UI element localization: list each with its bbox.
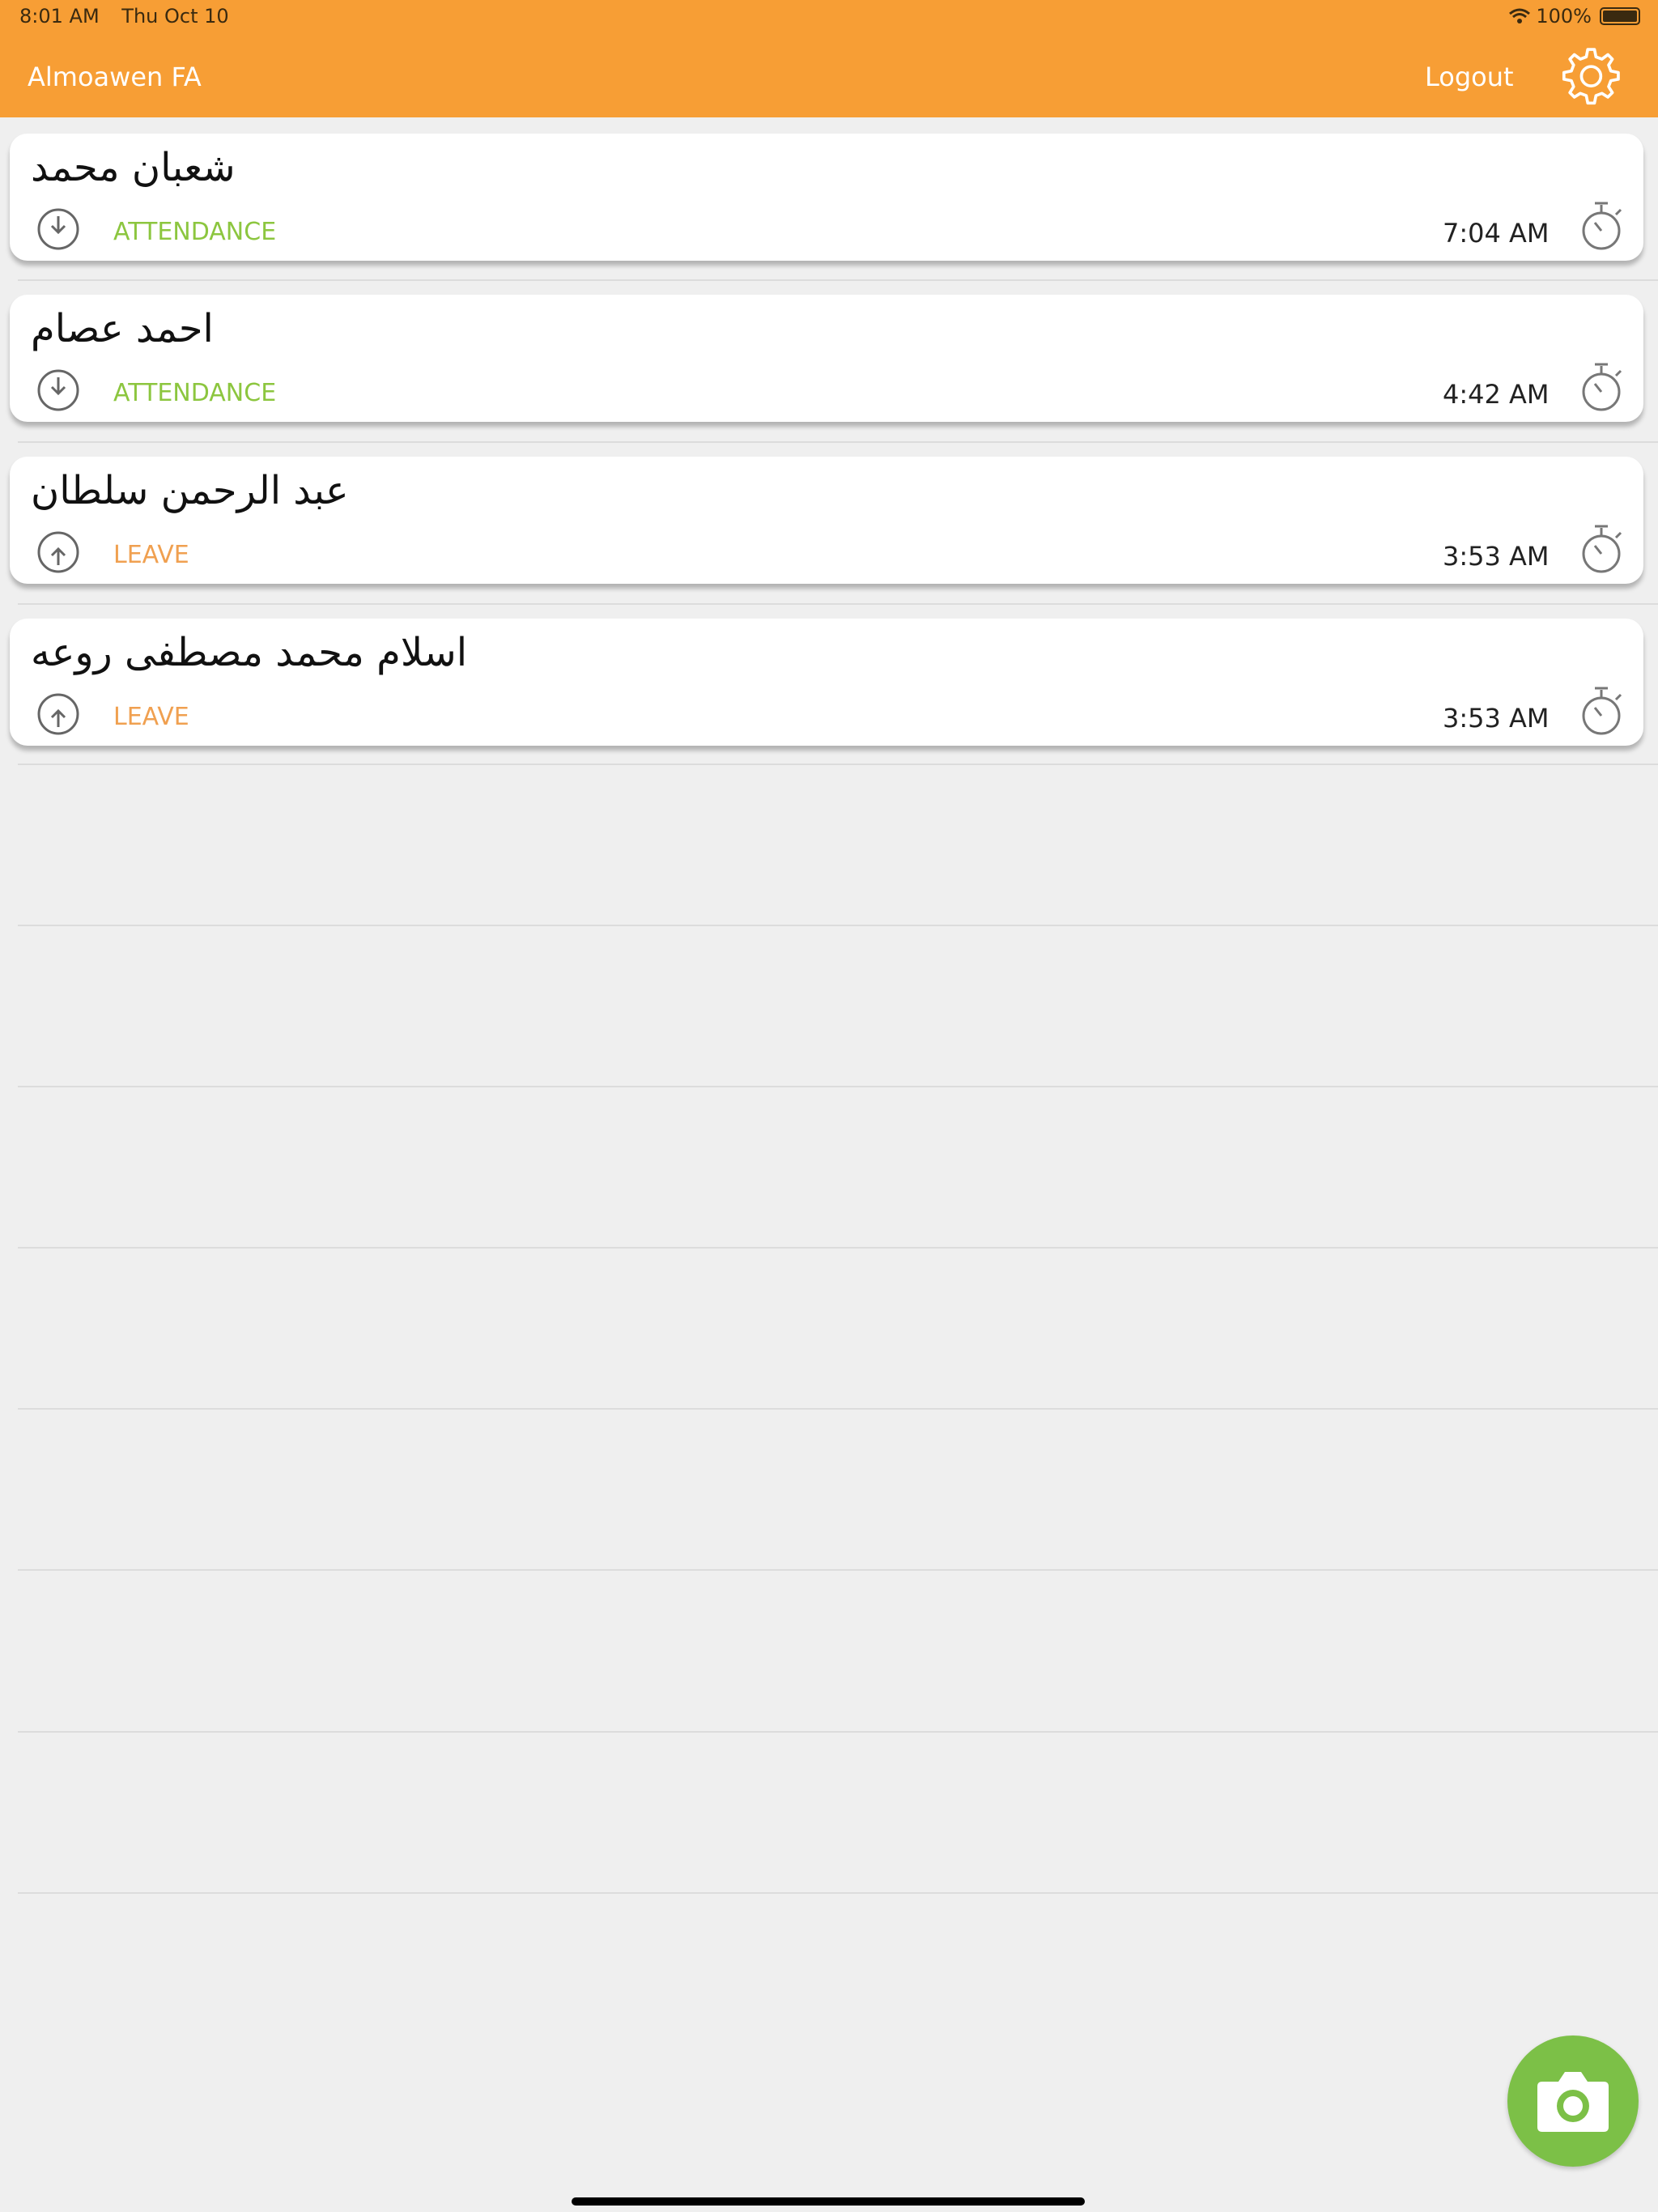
row-separator — [18, 1731, 1658, 1733]
status-bar-right: 100% — [1508, 5, 1640, 28]
row-separator — [18, 1569, 1658, 1571]
record-card[interactable]: شعبان محمد ATTENDANCE 7:04 AM — [10, 134, 1643, 261]
logout-button[interactable]: Logout — [1425, 62, 1514, 92]
row-separator — [18, 925, 1658, 926]
wifi-icon — [1509, 8, 1531, 23]
clock-out-icon — [37, 693, 79, 735]
row-separator — [18, 603, 1658, 605]
stopwatch-icon[interactable] — [1577, 521, 1629, 578]
row-separator — [18, 764, 1658, 765]
employee-name: احمد عصام — [31, 306, 214, 351]
record-time: 3:53 AM — [1443, 541, 1550, 572]
clock-in-icon — [37, 208, 79, 250]
gear-icon[interactable] — [1553, 40, 1627, 115]
row-separator — [18, 279, 1658, 281]
record-card[interactable]: اسلام محمد مصطفى روعه LEAVE 3:53 AM — [10, 619, 1643, 746]
status-bar-left: 8:01 AM Thu Oct 10 — [19, 5, 245, 28]
record-type-label: LEAVE — [113, 703, 189, 731]
row-separator — [18, 1408, 1658, 1410]
employee-name: عبد الرحمن سلطان — [31, 468, 349, 513]
camera-button[interactable] — [1507, 2035, 1639, 2167]
record-type-label: ATTENDANCE — [113, 218, 277, 246]
row-separator — [18, 1247, 1658, 1249]
camera-icon — [1537, 2072, 1609, 2132]
record-time: 3:53 AM — [1443, 703, 1550, 734]
employee-name: شعبان محمد — [31, 145, 236, 190]
clock-out-icon — [37, 531, 79, 573]
stopwatch-icon[interactable] — [1577, 683, 1629, 740]
row-separator — [18, 1892, 1658, 1894]
status-date: Thu Oct 10 — [121, 5, 229, 28]
record-card[interactable]: عبد الرحمن سلطان LEAVE 3:53 AM — [10, 457, 1643, 584]
records-list[interactable]: شعبان محمد ATTENDANCE 7:04 AM احمد عصام … — [0, 117, 1658, 2190]
clock-in-icon — [37, 369, 79, 411]
record-time: 4:42 AM — [1443, 379, 1550, 410]
status-time: 8:01 AM — [19, 5, 100, 28]
employee-name: اسلام محمد مصطفى روعه — [31, 630, 468, 675]
record-card[interactable]: احمد عصام ATTENDANCE 4:42 AM — [10, 295, 1643, 422]
record-type-label: LEAVE — [113, 541, 189, 569]
row-separator — [18, 1086, 1658, 1087]
stopwatch-icon[interactable] — [1577, 198, 1629, 255]
stopwatch-icon[interactable] — [1577, 359, 1629, 416]
battery-percent: 100% — [1536, 5, 1592, 28]
record-type-label: ATTENDANCE — [113, 379, 277, 407]
battery-icon — [1600, 7, 1640, 25]
app-header: 8:01 AM Thu Oct 10 100% Almoawen FA Logo… — [0, 0, 1658, 117]
row-separator — [18, 441, 1658, 443]
home-indicator[interactable] — [572, 2197, 1085, 2206]
app-title: Almoawen FA — [28, 62, 202, 92]
record-time: 7:04 AM — [1443, 218, 1550, 249]
